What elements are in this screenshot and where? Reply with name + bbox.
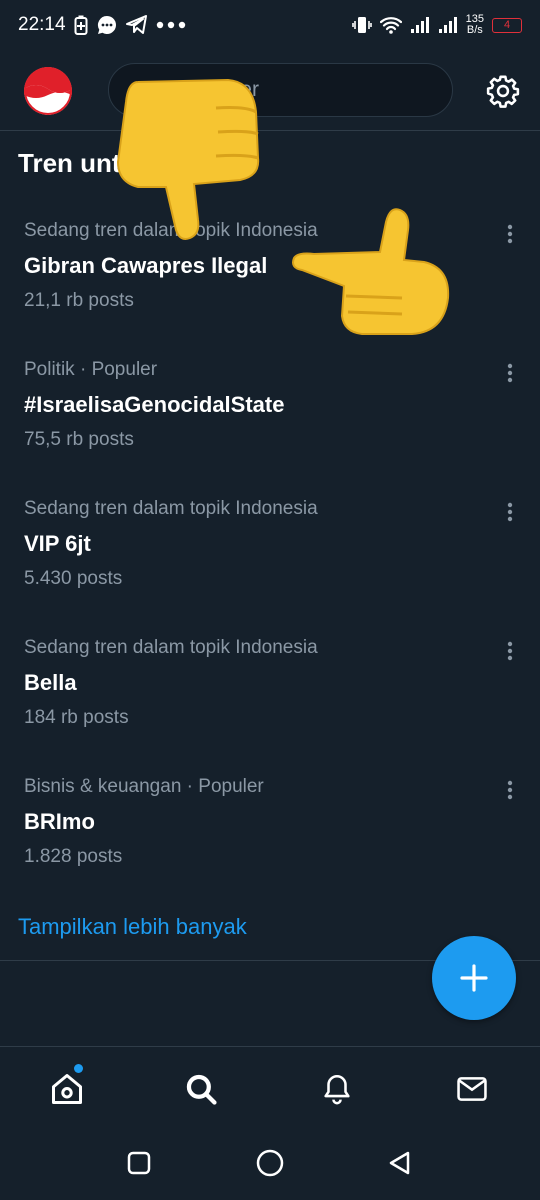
battery-level: 4 bbox=[503, 19, 511, 31]
trend-count: 5.430 posts bbox=[24, 568, 123, 589]
home-circle-icon[interactable] bbox=[253, 1146, 287, 1180]
trend-name: Bella bbox=[24, 670, 77, 695]
wifi-icon bbox=[379, 16, 402, 34]
top-header bbox=[0, 58, 540, 128]
trend-context: Bisnis & keuangan · Populer bbox=[24, 776, 264, 797]
trend-count: 1.828 posts bbox=[24, 846, 123, 867]
more-vertical-icon[interactable] bbox=[496, 498, 524, 526]
status-right: 135 B/s 4 bbox=[351, 14, 522, 36]
signal-icon-2 bbox=[438, 16, 458, 34]
trend-context: Sedang tren dalam topik Indonesia bbox=[24, 637, 318, 658]
trend-name: VIP 6jt bbox=[24, 531, 91, 556]
trend-item[interactable]: Sedang tren dalam topik Indonesia Bella … bbox=[0, 637, 540, 776]
recents-icon[interactable] bbox=[122, 1146, 156, 1180]
bell-icon[interactable] bbox=[317, 1069, 357, 1109]
more-dots-icon bbox=[156, 21, 186, 29]
thumbs-down-emoji bbox=[98, 72, 268, 242]
vibrate-icon bbox=[351, 15, 372, 35]
signal-icon bbox=[410, 16, 430, 34]
mail-icon[interactable] bbox=[452, 1069, 492, 1109]
pointing-left-emoji bbox=[284, 200, 454, 340]
show-more-link[interactable]: Tampilkan lebih banyak bbox=[18, 914, 247, 940]
trend-name: BRImo bbox=[24, 809, 95, 834]
battery-indicator: 4 bbox=[492, 17, 522, 33]
trend-count: 21,1 rb posts bbox=[24, 290, 134, 311]
trend-item[interactable]: Politik · Populer #IsraelisaGenocidalSta… bbox=[0, 359, 540, 498]
message-icon bbox=[96, 14, 118, 36]
trend-item[interactable]: Sedang tren dalam topik Indonesia VIP 6j… bbox=[0, 498, 540, 637]
trend-count: 184 rb posts bbox=[24, 707, 129, 728]
profile-avatar bbox=[24, 67, 72, 115]
compose-button[interactable] bbox=[432, 936, 516, 1020]
search-icon[interactable] bbox=[181, 1069, 221, 1109]
more-vertical-icon[interactable] bbox=[496, 637, 524, 665]
system-nav bbox=[0, 1126, 540, 1200]
trend-count: 75,5 rb posts bbox=[24, 429, 134, 450]
status-bar: 22:14 135 B/s 4 bbox=[0, 0, 540, 50]
trend-context: Sedang tren dalam topik Indonesia bbox=[24, 498, 318, 519]
avatar[interactable] bbox=[24, 67, 72, 115]
bottom-nav bbox=[0, 1046, 540, 1126]
more-vertical-icon[interactable] bbox=[496, 220, 524, 248]
header-divider bbox=[0, 130, 540, 131]
telegram-icon bbox=[125, 15, 148, 35]
battery-saver-icon bbox=[74, 15, 88, 35]
home-icon[interactable] bbox=[47, 1069, 87, 1109]
more-vertical-icon[interactable] bbox=[496, 359, 524, 387]
network-speed-unit: B/s bbox=[466, 24, 483, 36]
status-left: 22:14 bbox=[18, 14, 186, 36]
back-icon[interactable] bbox=[383, 1146, 417, 1180]
trend-name: #IsraelisaGenocidalState bbox=[24, 392, 285, 417]
gear-icon[interactable] bbox=[486, 74, 520, 108]
more-vertical-icon[interactable] bbox=[496, 776, 524, 804]
trend-context: Politik · Populer bbox=[24, 359, 158, 380]
plus-icon bbox=[460, 964, 488, 992]
network-speed: 135 B/s bbox=[466, 14, 484, 36]
trend-item[interactable]: Sedang tren dalam topik Indonesia Gibran… bbox=[0, 220, 540, 359]
trend-name: Gibran Cawapres Ilegal bbox=[24, 253, 268, 278]
clock: 22:14 bbox=[18, 14, 66, 35]
trend-item[interactable]: Bisnis & keuangan · Populer BRImo 1.828 … bbox=[0, 776, 540, 915]
notification-dot bbox=[74, 1064, 83, 1073]
